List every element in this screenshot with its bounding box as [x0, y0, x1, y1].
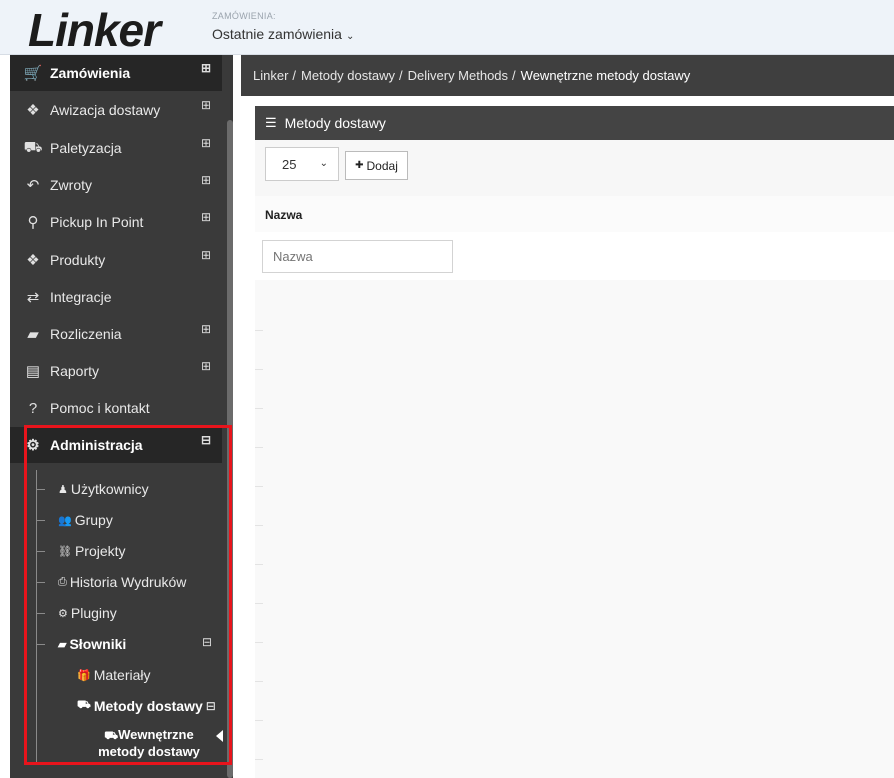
cart-icon: 🛒 — [23, 65, 43, 82]
row-divider — [255, 642, 263, 643]
list-icon: ☰ — [265, 115, 277, 130]
sidebar-item-label: Integracje — [50, 289, 112, 305]
breadcrumb-current: Wewnętrzne metody dostawy — [520, 68, 691, 83]
highlight-admin-section — [24, 425, 232, 765]
boxes-icon: ❖ — [26, 102, 40, 119]
sidebar-item-label: Produkty — [50, 252, 106, 268]
sidebar-item-label: Paletyzacja — [50, 140, 122, 156]
row-divider — [255, 564, 263, 565]
sidebar-item-label: Pickup In Point — [50, 214, 144, 230]
sidebar-item-produkty[interactable]: ❖ Produkty ⊞ — [10, 242, 222, 278]
sidebar-item-label: Raporty — [50, 363, 100, 379]
row-divider — [255, 369, 263, 370]
table-header: Nazwa — [255, 196, 894, 233]
context-label: ZAMÓWIENIA: — [212, 11, 276, 21]
breadcrumb-separator: / — [292, 68, 297, 83]
plus-icon: ✚ — [355, 160, 364, 171]
column-header-name[interactable]: Nazwa — [265, 208, 302, 222]
add-button[interactable]: ✚ Dodaj — [345, 151, 408, 180]
row-divider — [255, 759, 263, 760]
name-filter-input[interactable] — [262, 240, 453, 273]
chevron-down-icon: ⌄ — [319, 158, 328, 169]
truck-icon: ⛟ — [23, 138, 43, 156]
panel-title: Metody dostawy — [284, 115, 386, 131]
breadcrumb-link[interactable]: Linker — [253, 68, 288, 83]
sidebar-item-label: Rozliczenia — [50, 326, 122, 342]
book-icon: ▰ — [27, 326, 39, 343]
sidebar-item-zwroty[interactable]: ↶ Zwroty ⊞ — [10, 167, 222, 203]
expand-icon[interactable]: ⊞ — [201, 323, 211, 335]
page-size-value: 25 — [282, 156, 297, 172]
row-divider — [255, 720, 263, 721]
row-divider — [255, 408, 263, 409]
sidebar-item-label: Zamówienia — [50, 65, 131, 81]
table-body — [255, 280, 894, 778]
row-divider — [255, 525, 263, 526]
context-dropdown[interactable]: Ostatnie zamówienia ⌄ — [212, 26, 354, 42]
chevron-down-icon: ⌄ — [345, 31, 355, 42]
expand-icon[interactable]: ⊞ — [201, 99, 211, 111]
context-value: Ostatnie zamówienia — [212, 26, 342, 42]
document-icon: ▤ — [25, 363, 41, 380]
sidebar-item-raporty[interactable]: ▤ Raporty ⊞ — [10, 353, 222, 389]
sidebar-item-label: Pomoc i kontakt — [50, 400, 150, 416]
expand-icon[interactable]: ⊞ — [201, 174, 211, 186]
sidebar-item-pickup-in-point[interactable]: ⚲ Pickup In Point ⊞ — [10, 204, 222, 240]
return-icon: ↶ — [26, 177, 40, 194]
exchange-icon: ⇄ — [26, 289, 40, 306]
row-divider — [255, 447, 263, 448]
add-button-label: Dodaj — [366, 158, 398, 173]
sidebar-item-pomoc-i-kontakt[interactable]: ? Pomoc i kontakt — [10, 390, 222, 426]
breadcrumb: Linker / Metody dostawy / Delivery Methods / W… — [241, 55, 894, 96]
sidebar-item-awizacja-dostawy[interactable]: ❖ Awizacja dostawy ⊞ — [10, 92, 222, 128]
expand-icon[interactable]: ⊞ — [201, 62, 211, 74]
row-divider — [255, 603, 263, 604]
sidebar-item-paletyzacja[interactable]: ⛟ Paletyzacja ⊞ — [10, 130, 222, 166]
expand-icon[interactable]: ⊞ — [201, 211, 211, 223]
boxes-icon: ❖ — [26, 252, 40, 269]
breadcrumb-separator: / — [512, 68, 516, 83]
breadcrumb-link[interactable]: Metody dostawy — [301, 68, 395, 83]
page-size-select[interactable]: 25 ⌄ — [265, 147, 339, 181]
sidebar-item-rozliczenia[interactable]: ▰ Rozliczenia ⊞ — [10, 316, 222, 352]
expand-icon[interactable]: ⊞ — [201, 360, 211, 372]
question-icon: ? — [28, 399, 38, 417]
expand-icon[interactable]: ⊞ — [201, 137, 211, 149]
row-divider — [255, 330, 263, 331]
breadcrumb-link[interactable]: Delivery Methods — [408, 68, 508, 83]
map-pin-icon: ⚲ — [27, 214, 39, 231]
sidebar-item-zamówienia[interactable]: 🛒 Zamówienia ⊞ — [10, 55, 222, 91]
row-divider — [255, 681, 263, 682]
breadcrumb-separator: / — [398, 68, 403, 83]
panel-header: ☰ Metody dostawy — [255, 106, 894, 140]
row-divider — [255, 486, 263, 487]
linker-logo[interactable]: Linker — [28, 6, 161, 54]
expand-icon[interactable]: ⊞ — [201, 249, 211, 261]
sidebar-item-integracje[interactable]: ⇄ Integracje — [10, 279, 222, 315]
sidebar-item-label: Awizacja dostawy — [50, 102, 161, 118]
sidebar-item-label: Zwroty — [50, 177, 92, 193]
